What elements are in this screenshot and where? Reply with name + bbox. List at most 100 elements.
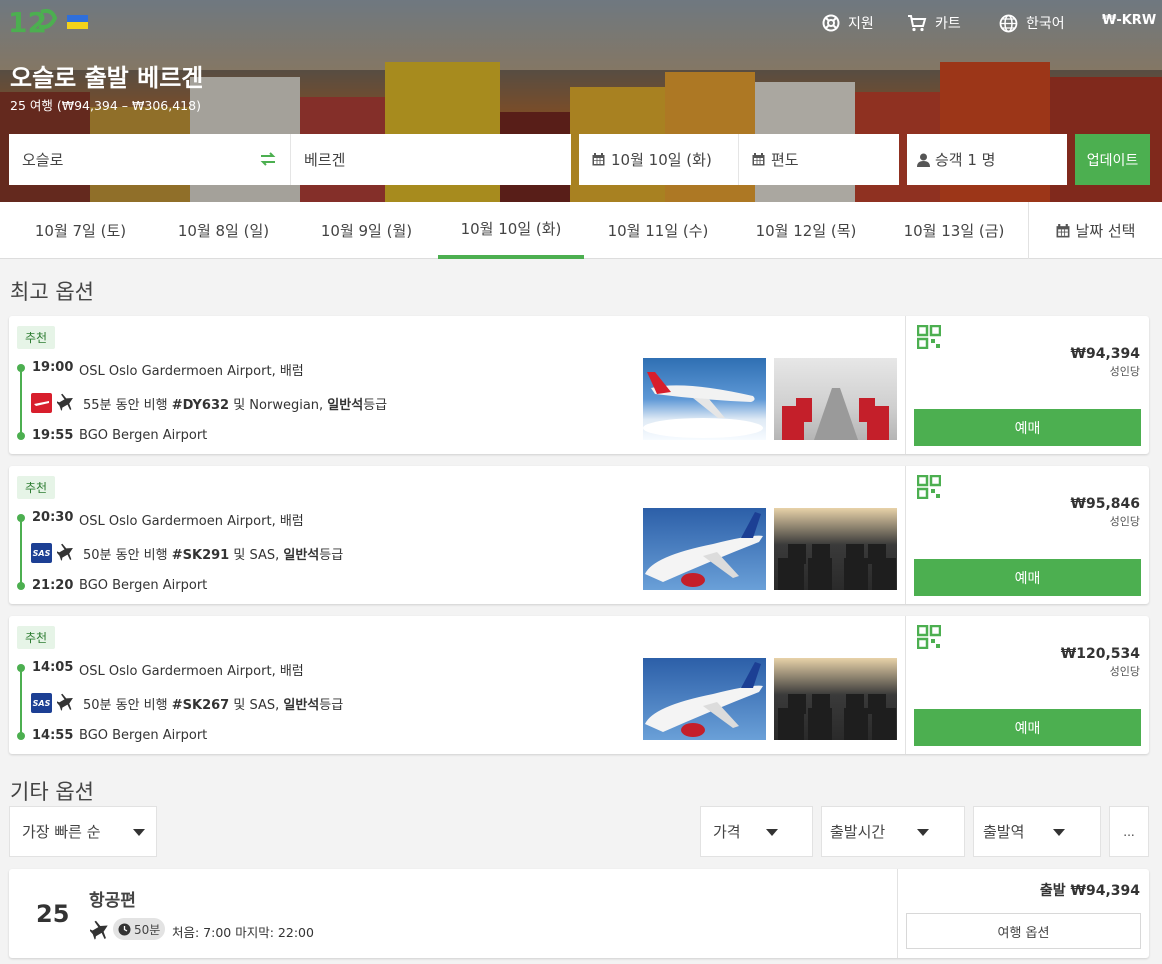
book-button[interactable]: 예매 — [914, 709, 1141, 746]
date-tab[interactable]: 10월 8일 (일) — [152, 202, 295, 259]
destination-field[interactable]: 베르겐 — [291, 134, 571, 185]
plane-icon — [57, 543, 73, 561]
transport-type: 항공편 — [89, 891, 136, 911]
price-unit: 성인당 — [1109, 515, 1140, 528]
departure-airport: OSL Oslo Gardermoen Airport, 배럼 — [79, 664, 304, 679]
date-tab[interactable]: 10월 7일 (토) — [9, 202, 152, 259]
plane-icon — [57, 393, 73, 411]
departure-time: 20:30 — [32, 510, 74, 525]
sas-logo-icon: SAS — [31, 543, 52, 563]
logo-icon[interactable]: 12 — [8, 4, 60, 38]
origin-value: 오슬로 — [22, 151, 64, 169]
card-divider — [905, 616, 906, 754]
sort-value: 가장 빠른 순 — [22, 823, 101, 841]
book-button[interactable]: 예매 — [914, 559, 1141, 596]
timeline-line — [20, 666, 22, 734]
best-options-title: 최고 옵션 — [10, 280, 94, 304]
cart-icon — [908, 15, 927, 32]
nav-cart[interactable]: 카트 — [907, 13, 961, 33]
book-button[interactable]: 예매 — [914, 409, 1141, 446]
arrival-airport: BGO Bergen Airport — [79, 728, 208, 743]
from-price: 출발 ₩94,394 — [1039, 883, 1140, 899]
page-title: 오슬로 출발 베르겐 — [10, 64, 204, 92]
origin-field[interactable]: 오슬로 — [9, 134, 291, 185]
norwegian-logo-icon — [31, 393, 52, 413]
recommended-badge: 추천 — [17, 326, 56, 349]
price: ₩120,534 — [1060, 646, 1140, 662]
price: ₩94,394 — [1070, 346, 1140, 362]
trip-options-button[interactable]: 여행 옵션 — [906, 913, 1141, 949]
arrival-airport: BGO Bergen Airport — [79, 428, 208, 443]
cabin-photo[interactable] — [774, 658, 897, 740]
departure-airport: OSL Oslo Gardermoen Airport, 배럼 — [79, 514, 304, 529]
nav-language-label: 한국어 — [1026, 16, 1065, 32]
cabin-photo[interactable] — [774, 358, 897, 440]
nav-language[interactable]: 한국어 — [999, 13, 1065, 33]
filter-departure-time[interactable]: 출발시간 — [821, 806, 965, 857]
departure-time: 14:05 — [32, 660, 74, 675]
filter-price[interactable]: 가격 — [700, 806, 813, 857]
timeline-dot — [17, 514, 25, 522]
transport-summary-card[interactable]: 25 항공편 50분 처음: 7:00 마지막: 22:00 출발 ₩94,39… — [9, 869, 1149, 958]
timeline-line — [20, 516, 22, 584]
date-value: 10월 10일 (화) — [611, 151, 712, 169]
price-unit: 성인당 — [1109, 665, 1140, 678]
more-filters-button[interactable]: ... — [1109, 806, 1149, 857]
aircraft-photo[interactable] — [643, 508, 766, 590]
chevron-down-icon — [917, 829, 929, 836]
plane-icon — [90, 920, 108, 940]
date-tab-active[interactable]: 10월 10일 (화) — [438, 202, 584, 259]
nav-currency[interactable]: ₩-KRW — [1102, 13, 1156, 28]
flight-details: 55분 동안 비행 #DY632 및 Norwegian, 일반석등급 — [83, 398, 388, 413]
filter-departure-time-label: 출발시간 — [830, 823, 886, 841]
chevron-down-icon — [766, 829, 778, 836]
sas-logo-icon: SAS — [31, 693, 52, 713]
passengers-field[interactable]: 승객 1 명 — [907, 134, 1067, 185]
arrival-airport: BGO Bergen Airport — [79, 578, 208, 593]
other-options-title: 기타 옵션 — [10, 780, 94, 804]
return-field[interactable]: 편도 — [739, 134, 899, 185]
date-picker-button[interactable]: 날짜 선택 — [1028, 202, 1162, 259]
recommended-badge: 추천 — [17, 626, 56, 649]
departure-time: 19:00 — [32, 360, 74, 375]
time-range: 처음: 7:00 마지막: 22:00 — [172, 925, 314, 940]
filter-station[interactable]: 출발역 — [973, 806, 1101, 857]
nav-support[interactable]: 지원 — [822, 13, 874, 33]
trip-count: 25 — [36, 900, 70, 928]
timeline-line — [20, 366, 22, 434]
duration-pill: 50분 — [113, 918, 166, 940]
result-card[interactable]: 추천 20:30 OSL Oslo Gardermoen Airport, 배럼… — [9, 466, 1149, 604]
arrival-time: 14:55 — [32, 728, 74, 743]
aircraft-photo[interactable] — [643, 658, 766, 740]
timeline-dot — [17, 364, 25, 372]
globe-icon — [999, 14, 1018, 32]
date-tab[interactable]: 10월 9일 (월) — [295, 202, 438, 259]
departure-airport: OSL Oslo Gardermoen Airport, 배럼 — [79, 364, 304, 379]
qr-ticket-icon — [917, 325, 941, 349]
cabin-photo[interactable] — [774, 508, 897, 590]
qr-ticket-icon — [917, 625, 941, 649]
page-subtitle: 25 여행 (₩94,394 – ₩306,418) — [10, 98, 201, 113]
date-tab[interactable]: 10월 11일 (수) — [584, 202, 732, 259]
chevron-down-icon — [1053, 829, 1065, 836]
date-tab[interactable]: 10월 12일 (목) — [732, 202, 880, 259]
date-tab[interactable]: 10월 13일 (금) — [880, 202, 1028, 259]
result-card[interactable]: 추천 14:05 OSL Oslo Gardermoen Airport, 배럼… — [9, 616, 1149, 754]
date-field[interactable]: 10월 10일 (화) — [579, 134, 739, 185]
swap-icon[interactable] — [260, 151, 276, 167]
date-tabs: 10월 7일 (토) 10월 8일 (일) 10월 9일 (월) 10월 10일… — [0, 202, 1162, 259]
calendar-icon — [592, 153, 605, 166]
result-card[interactable]: 추천 19:00 OSL Oslo Gardermoen Airport, 배럼… — [9, 316, 1149, 454]
timeline-dot — [17, 432, 25, 440]
ukraine-flag-icon — [67, 15, 88, 29]
person-icon — [917, 153, 930, 167]
calendar-icon — [752, 153, 765, 166]
update-button[interactable]: 업데이트 — [1075, 134, 1150, 185]
timeline-dot — [17, 582, 25, 590]
sort-select[interactable]: 가장 빠른 순 — [9, 806, 157, 857]
aircraft-photo[interactable] — [643, 358, 766, 440]
price-unit: 성인당 — [1109, 365, 1140, 378]
arrival-time: 21:20 — [32, 578, 74, 593]
clock-icon — [118, 923, 131, 935]
nav-cart-label: 카트 — [935, 16, 961, 32]
